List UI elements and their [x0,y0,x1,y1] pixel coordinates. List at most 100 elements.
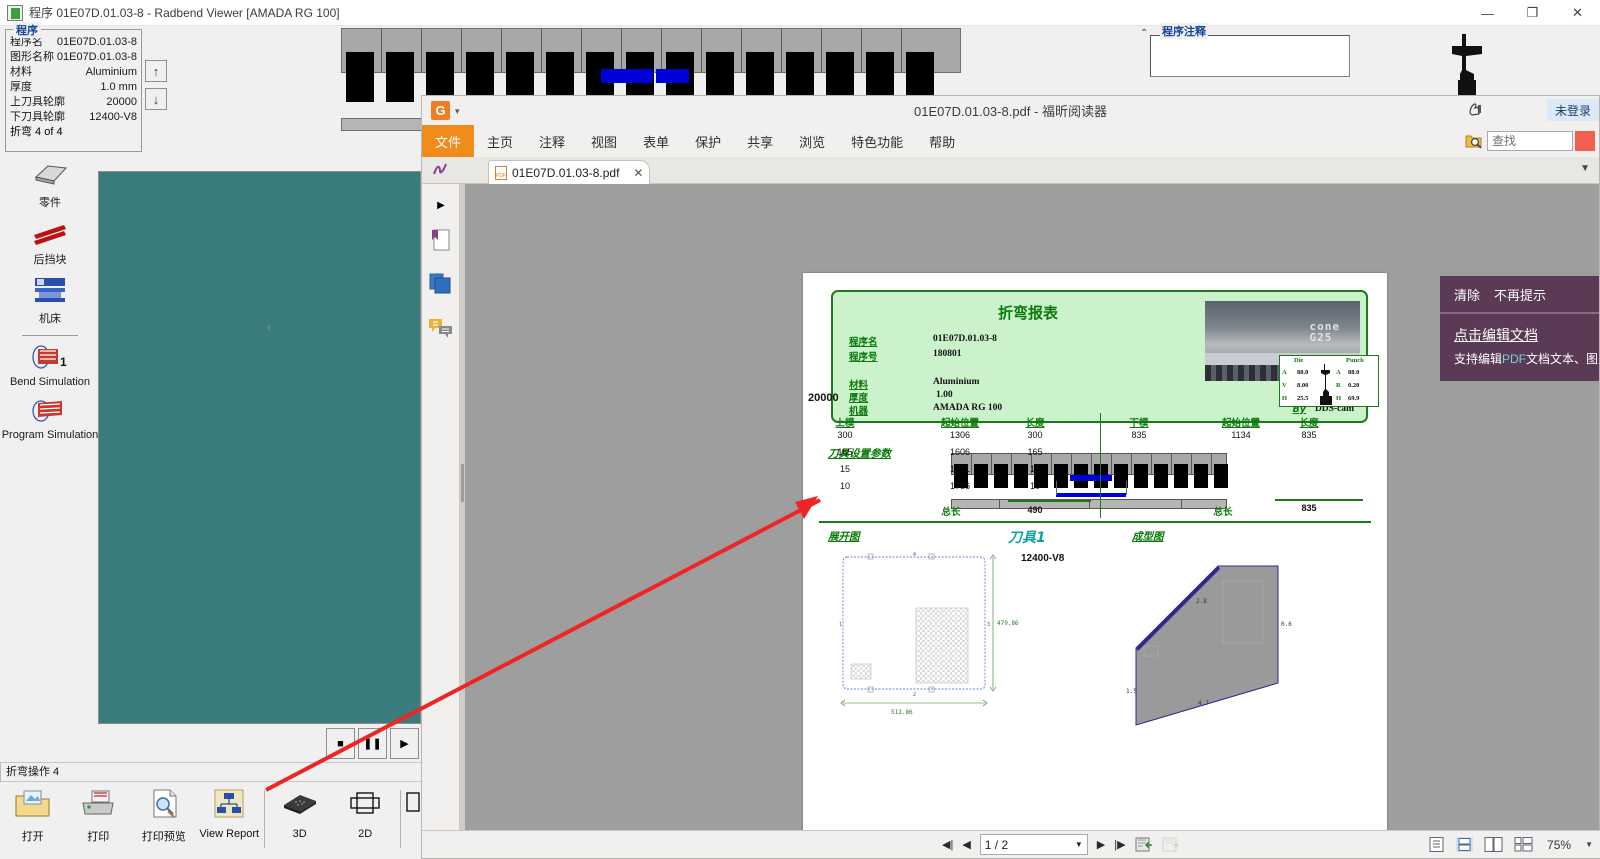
svg-text:4: 4 [913,552,916,558]
promo-description: 支持编辑PDF文档文本、图片 [1454,350,1599,367]
radbend-window-controls: — ❐ ✕ [1465,0,1600,25]
tab-comment[interactable]: 注释 [526,125,578,157]
page-number-input[interactable]: 1 / 2 ▼ [979,834,1088,855]
pause-button[interactable]: ❚❚ [358,728,387,759]
pages-panel-button[interactable] [422,262,460,306]
chevron-up-icon[interactable]: ⌃ [1140,28,1148,39]
pdf-file-icon: PDF [495,165,507,180]
find-input[interactable]: 查找 [1487,131,1573,151]
bookmark-panel-button[interactable] [422,218,460,262]
comments-panel-button[interactable] [422,306,460,350]
login-status-button[interactable]: 未登录 [1546,99,1599,121]
tab-label: 文件 [435,134,462,150]
punch-profile-number: 20000 [808,392,839,404]
tab-features[interactable]: 特色功能 [838,125,916,157]
3d-viewport[interactable]: ‹ [98,171,421,724]
tab-list-caret-icon[interactable]: ▼ [1580,163,1590,174]
toolbar-open[interactable]: 打开 [0,787,66,844]
sidebar-item-program-simulation[interactable]: Program Simulation [0,397,100,441]
single-page-layout-icon[interactable] [1428,837,1445,852]
facing-layout-icon[interactable] [1484,837,1503,852]
close-document-icon[interactable]: ✕ [633,166,643,180]
play-button[interactable]: ▶ [390,728,419,759]
die-value: 88.0 [1297,369,1309,376]
close-find-button[interactable] [1575,131,1595,151]
maximize-button[interactable]: ❐ [1510,0,1555,26]
tab-label: 保护 [695,134,722,150]
promo-dont-show-button[interactable]: 不再提示 [1494,285,1546,304]
tab-label: 帮助 [929,134,956,150]
promo-clear-button[interactable]: 清除 [1454,285,1480,304]
page-number-value: 1 / 2 [984,837,1009,852]
document-tab-label: 01E07D.01.03-8.pdf [512,165,620,180]
last-page-button[interactable]: |▶ [1114,838,1125,851]
comments-icon [429,319,452,338]
view-controls: 75% ▼ [1428,837,1593,852]
sidebar-item-bend-simulation[interactable]: 1 Bend Simulation [0,344,100,388]
formed-dim-3: 1.5 [1126,688,1137,695]
toolbar-label: 2D [358,828,373,840]
toolbar-3d[interactable]: 3D [267,787,333,840]
upper-table-header-1: 起始位置 [940,418,979,429]
program-comment-input[interactable] [1150,35,1350,77]
toolbar-overflow[interactable] [403,787,421,826]
tab-label: 主页 [487,134,514,150]
tab-protect[interactable]: 保护 [682,125,734,157]
minimize-button[interactable]: — [1465,0,1510,26]
row-label: 下刀具轮廓 [10,111,65,123]
flat-pattern-drawing: 1 2 3 4 479.86 512.86 [839,552,1019,716]
next-view-icon[interactable] [1162,837,1180,853]
pdf-canvas[interactable]: 折弯报表 程序名 01E07D.01.03-8 程序号 180801 材料 Al… [465,184,1599,835]
foxit-titlebar: G ▾ 01E07D.01.03-8.pdf - 福昕阅读器 未登录 [422,96,1599,125]
viewport-collapse-icon[interactable]: ‹ [267,322,282,342]
next-page-button[interactable]: ▶ [1097,838,1105,851]
search-folder-icon[interactable] [1465,133,1483,149]
tab-file[interactable]: 文件 [422,125,475,157]
expand-navigation-panel-button[interactable]: ▶ [422,192,460,218]
signature-icon[interactable] [432,161,449,178]
tool-code: 12400-V8 [1021,553,1065,564]
tab-label: 视图 [591,134,618,150]
zoom-level[interactable]: 75% [1547,838,1571,852]
tab-help[interactable]: 帮助 [916,125,968,157]
status-text: 折弯操作 4 [0,763,421,782]
foxit-navigation-rail: ▶ [422,184,460,835]
upper-cell: 15 [1029,464,1040,474]
machine-photo-caption: cone G25 [1309,320,1340,344]
tab-browse[interactable]: 浏览 [786,125,838,157]
zoom-dropdown-icon[interactable]: ▼ [1585,840,1593,849]
svg-text:2: 2 [913,692,916,698]
first-page-button[interactable]: ◀| [942,838,953,851]
previous-page-button[interactable]: ◀ [962,838,970,851]
toolbar-2d[interactable]: 2D [332,787,398,840]
sidebar-item-backgauge[interactable]: 后挡块 [0,219,100,267]
program-info-panel: 程序 程序名 01E07D.01.03-8 图形名称 01E07D.01.03-… [5,22,142,152]
close-button[interactable]: ✕ [1555,0,1600,26]
cube-2d-icon [350,792,380,814]
toolbar-print-preview[interactable]: 打印预览 [131,787,197,844]
promo-desc-highlight: PDF [1502,352,1527,366]
tab-home[interactable]: 主页 [474,125,526,157]
page-navigation: ◀| ◀ 1 / 2 ▼ ▶ |▶ [942,834,1180,855]
facing-continuous-layout-icon[interactable] [1514,837,1533,852]
hand-cursor-icon[interactable] [1466,101,1484,119]
sidebar-item-machine[interactable]: 机床 [0,276,100,326]
tab-view[interactable]: 视图 [578,125,630,157]
promo-edit-link[interactable]: 点击编辑文档 [1454,325,1599,345]
program-comment-legend: 程序注释 [1160,23,1208,39]
toolbar-view-report[interactable]: View Report [197,787,263,840]
previous-view-icon[interactable] [1135,837,1153,853]
radbend-sidebar: 零件 后挡块 机床 1 Bend Simulation Program Simu… [0,162,100,450]
continuous-layout-icon[interactable] [1456,837,1474,852]
upper-cell: 10 [839,481,850,491]
tab-form[interactable]: 表单 [630,125,682,157]
upper-table-header-2: 长度 [1025,418,1045,429]
next-bend-button[interactable]: ↓ [145,88,167,110]
toolbar-print[interactable]: 打印 [66,787,132,844]
chevron-down-icon[interactable]: ▼ [1075,840,1083,849]
tab-share[interactable]: 共享 [734,125,786,157]
previous-bend-button[interactable]: ↑ [145,60,167,82]
document-tab[interactable]: PDF 01E07D.01.03-8.pdf ✕ [488,160,651,184]
sidebar-item-part[interactable]: 零件 [0,162,100,210]
stop-button[interactable]: ■ [326,728,355,759]
